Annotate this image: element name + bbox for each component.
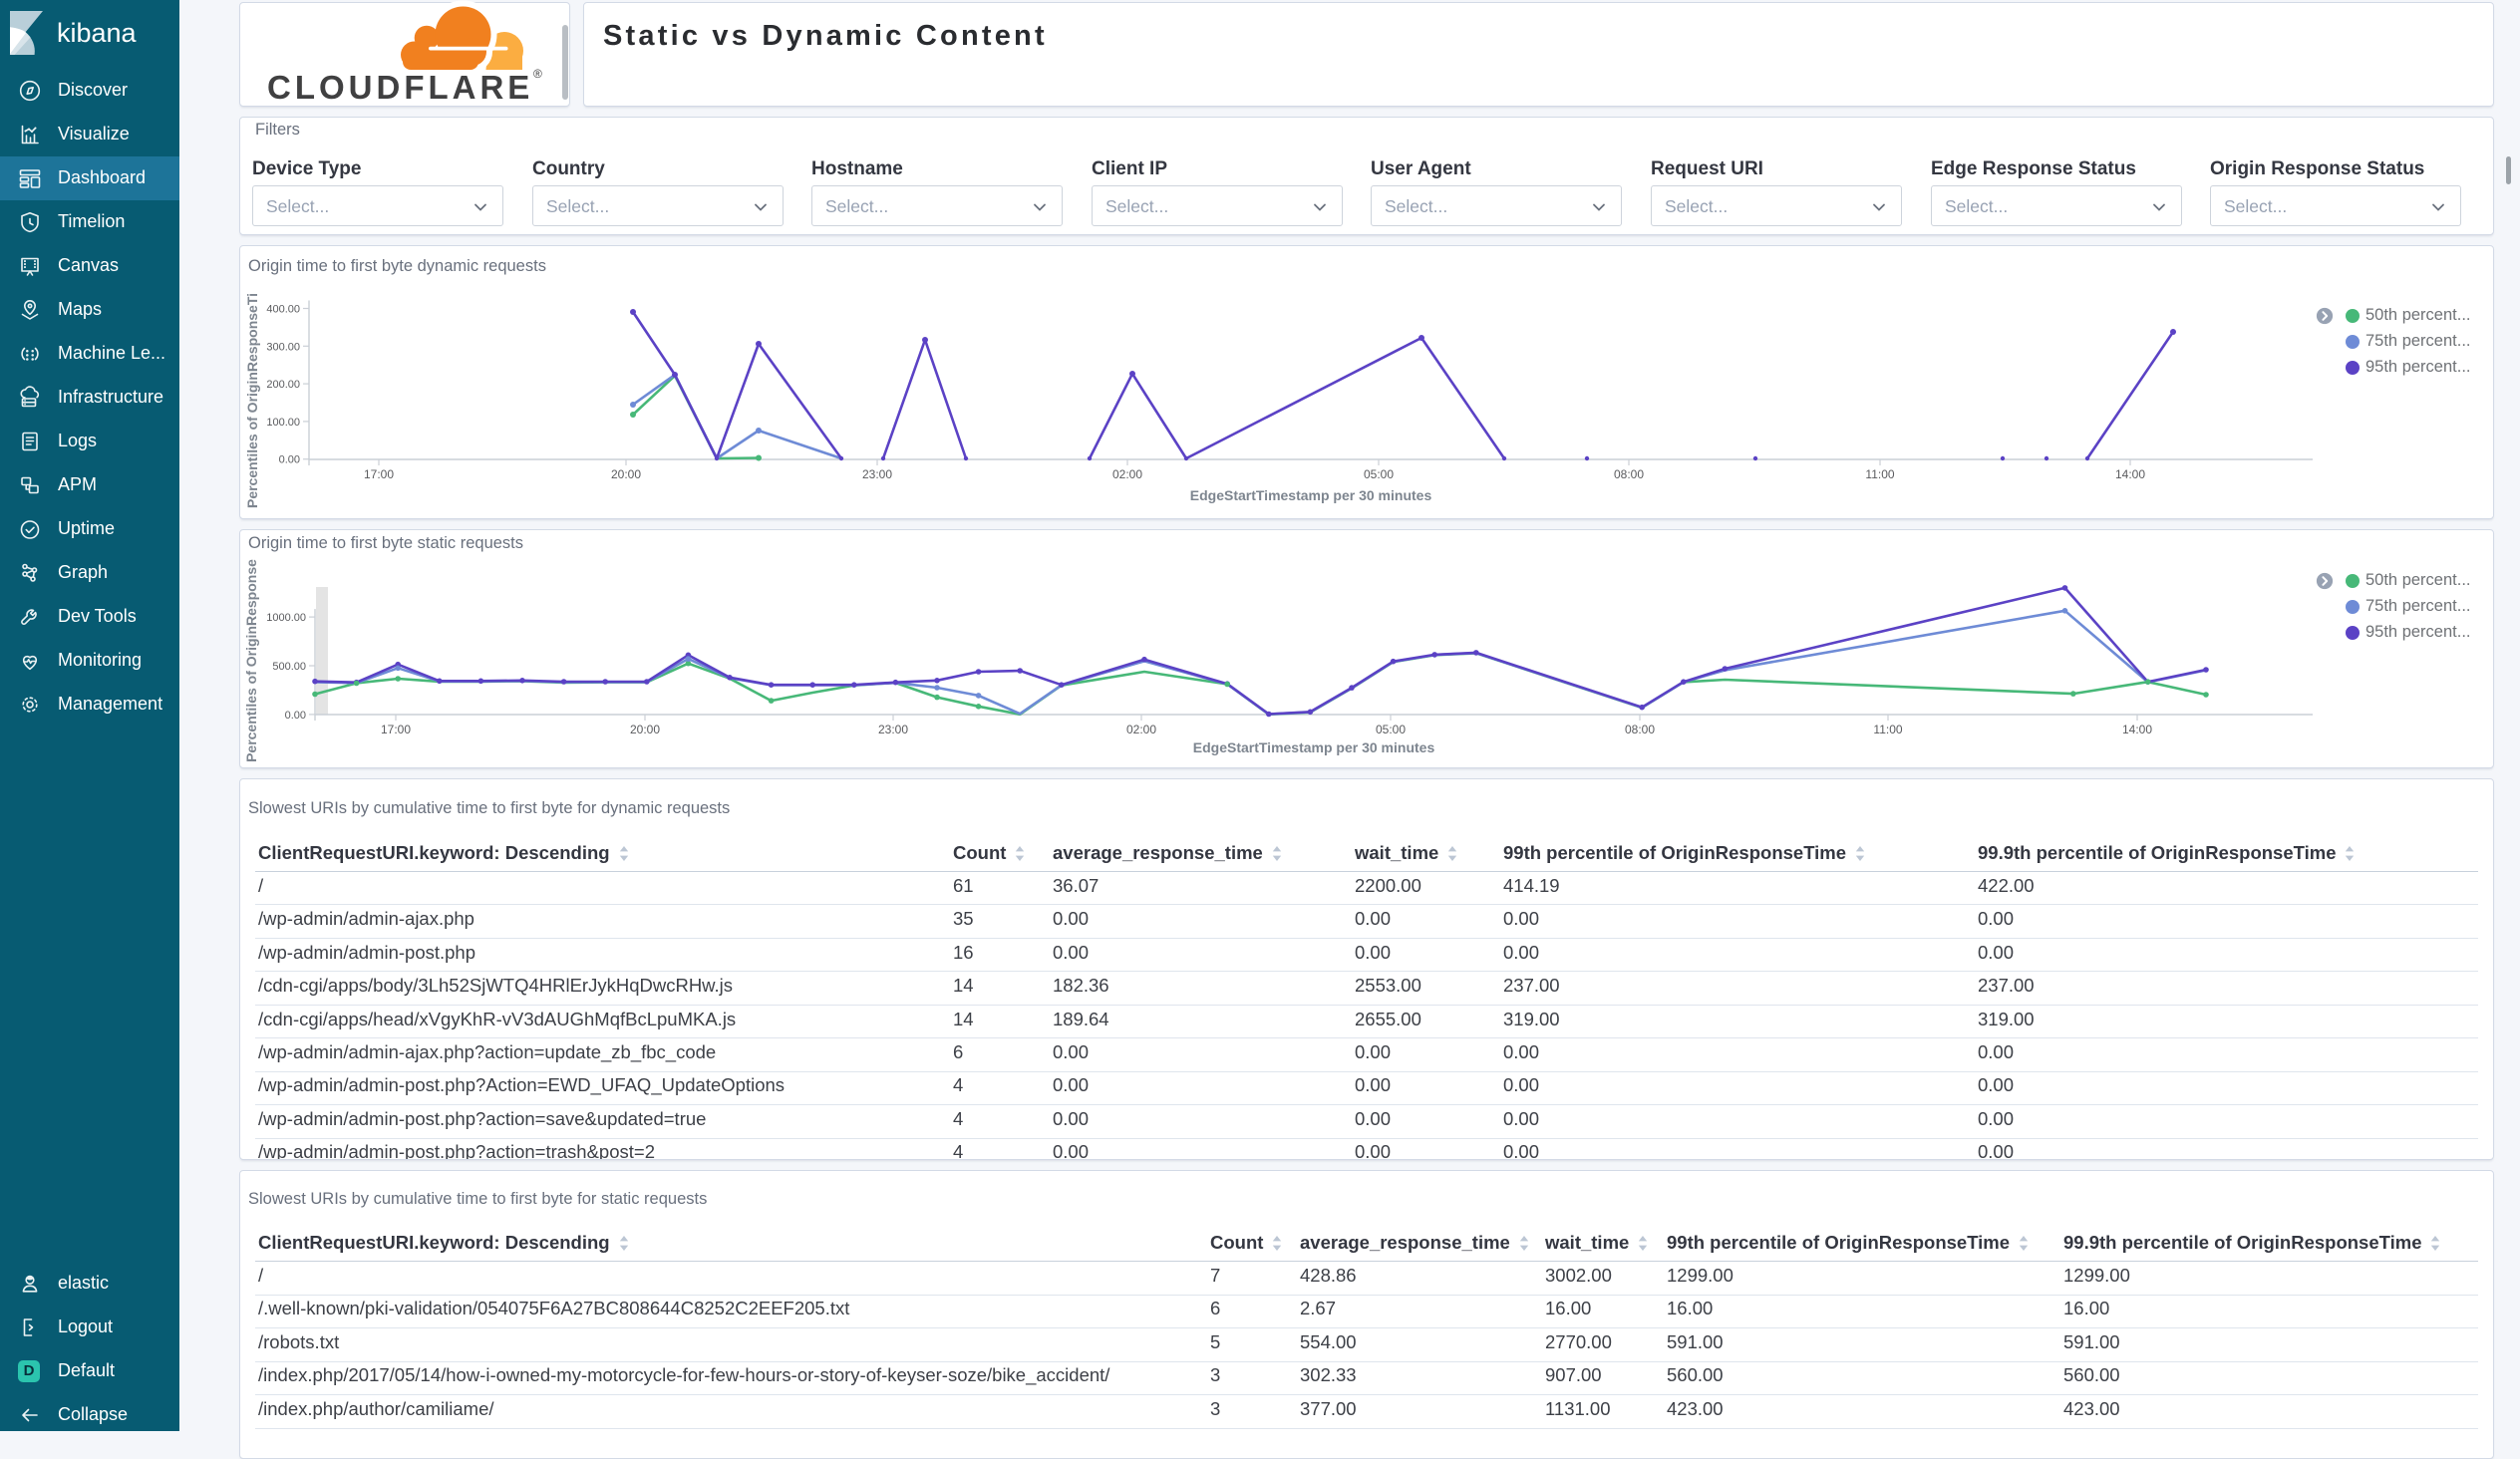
- svg-text:Percentiles of OriginResponse: Percentiles of OriginResponse: [243, 559, 259, 762]
- svg-text:05:00: 05:00: [1376, 723, 1406, 736]
- svg-text:08:00: 08:00: [1625, 723, 1655, 736]
- svg-text:1000.00: 1000.00: [266, 612, 306, 624]
- svg-text:EdgeStartTimestamp per 30 minu: EdgeStartTimestamp per 30 minutes: [1193, 739, 1435, 755]
- svg-text:17:00: 17:00: [381, 723, 411, 736]
- svg-text:0.00: 0.00: [285, 710, 306, 722]
- svg-text:14:00: 14:00: [2122, 723, 2152, 736]
- svg-text:23:00: 23:00: [878, 723, 908, 736]
- svg-text:20:00: 20:00: [630, 723, 660, 736]
- svg-text:500.00: 500.00: [272, 661, 306, 673]
- svg-text:11:00: 11:00: [1873, 723, 1902, 736]
- svg-text:02:00: 02:00: [1126, 723, 1156, 736]
